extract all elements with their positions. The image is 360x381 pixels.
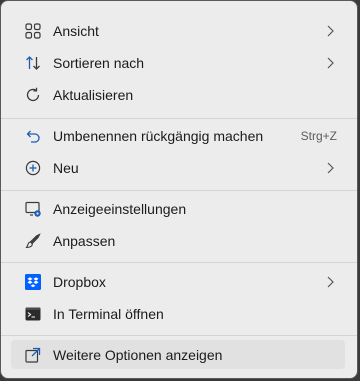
menu-item-anzeigeeinstellungen[interactable]: Anzeigeeinstellungen: [11, 194, 345, 223]
undo-icon: [24, 127, 42, 145]
menu-item-ansicht[interactable]: Ansicht: [11, 16, 345, 45]
menu-item-label: Weitere Optionen anzeigen: [53, 346, 223, 363]
menu-item-neu[interactable]: Neu: [11, 153, 345, 182]
chevron-right-icon: [327, 57, 334, 68]
menu-item-label: Neu: [53, 159, 79, 176]
menu-item-label: Anzeigeeinstellungen: [53, 200, 187, 217]
menu-item-label: Ansicht: [53, 22, 99, 39]
menu-item-weitere-optionen[interactable]: Weitere Optionen anzeigen: [11, 340, 345, 369]
menu-item-aktualisieren[interactable]: Aktualisieren: [11, 80, 345, 109]
sort-arrows-icon: [24, 54, 42, 72]
chevron-right-icon: [327, 276, 334, 287]
menu-separator: [1, 262, 357, 263]
plus-circle-icon: [24, 159, 42, 177]
chevron-right-icon: [327, 25, 334, 36]
menu-item-label: Umbenennen rückgängig machen: [53, 127, 264, 144]
menu-separator: [1, 190, 357, 191]
dropbox-icon: [24, 273, 42, 291]
menu-item-sortieren-nach[interactable]: Sortieren nach: [11, 48, 345, 77]
menu-item-label: Dropbox: [53, 273, 106, 290]
refresh-icon: [24, 86, 42, 104]
grid-view-icon: [24, 22, 42, 40]
menu-item-anpassen[interactable]: Anpassen: [11, 226, 345, 255]
menu-item-label: In Terminal öffnen: [53, 305, 164, 322]
terminal-icon: [24, 305, 42, 323]
menu-item-umbenennen-rueckgaengig[interactable]: Umbenennen rückgängig machen Strg+Z: [11, 121, 345, 150]
menu-item-label: Sortieren nach: [53, 54, 145, 71]
desktop-context-menu: Ansicht Sortieren nach Aktualisieren Umb…: [0, 0, 358, 379]
more-options-icon: [24, 346, 42, 364]
menu-separator: [1, 118, 357, 119]
menu-item-label: Aktualisieren: [53, 86, 134, 103]
paintbrush-icon: [24, 232, 42, 250]
chevron-right-icon: [327, 162, 334, 173]
menu-item-in-terminal-oeffnen[interactable]: In Terminal öffnen: [11, 299, 345, 328]
menu-item-label: Anpassen: [53, 232, 116, 249]
menu-separator: [1, 335, 357, 336]
display-settings-icon: [24, 200, 42, 218]
keyboard-shortcut: Strg+Z: [300, 128, 337, 143]
menu-item-dropbox[interactable]: Dropbox: [11, 267, 345, 296]
